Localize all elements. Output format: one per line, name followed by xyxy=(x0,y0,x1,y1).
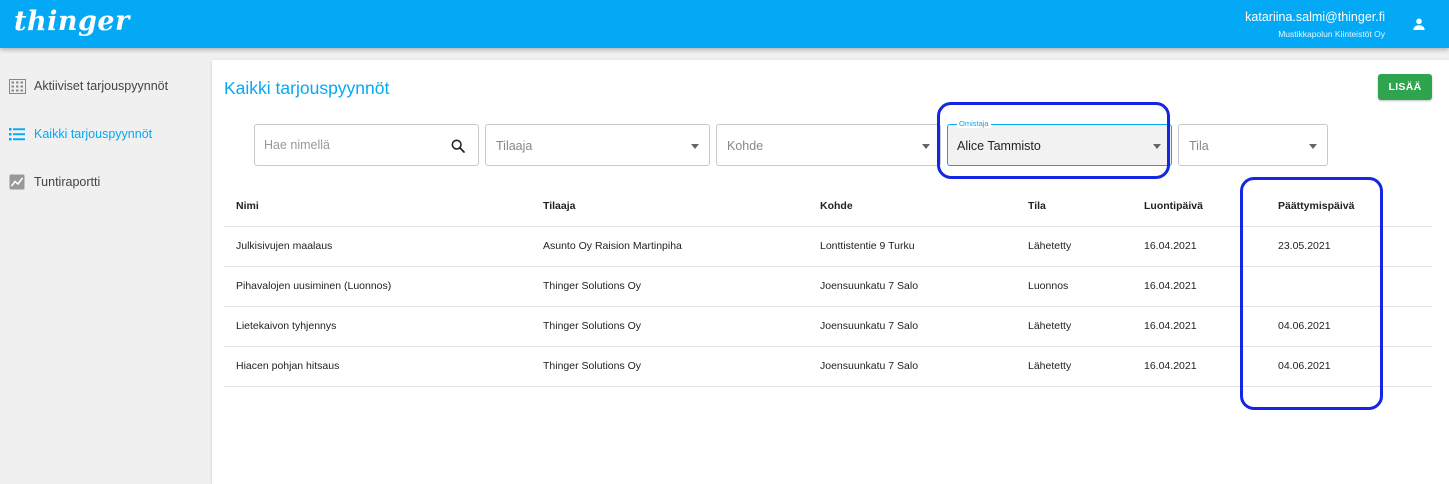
user-company: Mustikkapolun Kiinteistöt Oy xyxy=(1278,29,1385,39)
sidebar-item-label: Kaikki tarjouspyynnöt xyxy=(34,127,153,141)
building-icon xyxy=(8,77,26,95)
cell-tila: Lähetetty xyxy=(1016,346,1132,387)
cell-kohde: Joensuunkatu 7 Salo xyxy=(808,306,1016,347)
cell-nimi: Hiacen pohjan hitsaus xyxy=(224,346,531,387)
app-header: thinger katariina.salmi@thinger.fi Musti… xyxy=(0,0,1449,48)
tilaaja-select[interactable]: Tilaaja xyxy=(485,124,710,166)
tila-select[interactable]: Tila xyxy=(1178,124,1328,166)
user-info: katariina.salmi@thinger.fi Mustikkapolun… xyxy=(1245,10,1385,39)
cell-tilaaja: Thinger Solutions Oy xyxy=(531,346,808,387)
owner-filter-highlight xyxy=(937,102,1170,179)
cell-tilaaja: Thinger Solutions Oy xyxy=(531,306,808,347)
cell-tila: Lähetetty xyxy=(1016,226,1132,267)
sidebar-item-kaikki[interactable]: Kaikki tarjouspyynnöt xyxy=(8,122,152,146)
account-icon[interactable] xyxy=(1411,16,1427,32)
search-field[interactable] xyxy=(254,124,479,166)
column-header-tila[interactable]: Tila xyxy=(1016,186,1132,227)
cell-nimi: Julkisivujen maalaus xyxy=(224,226,531,267)
cell-tila: Luonnos xyxy=(1016,266,1132,307)
search-icon[interactable] xyxy=(450,138,466,154)
cell-kohde: Lonttistentie 9 Turku xyxy=(808,226,1016,267)
tilaaja-placeholder: Tilaaja xyxy=(496,139,533,153)
cell-nimi: Lietekaivon tyhjennys xyxy=(224,306,531,347)
chevron-down-icon xyxy=(1309,144,1317,149)
sidebar-item-tuntiraportti[interactable]: Tuntiraportti xyxy=(8,170,100,194)
search-input[interactable] xyxy=(264,138,444,152)
column-header-nimi[interactable]: Nimi xyxy=(224,186,531,227)
cell-tilaaja: Asunto Oy Raision Martinpiha xyxy=(531,226,808,267)
sidebar-item-label: Aktiiviset tarjouspyynnöt xyxy=(34,79,169,93)
add-button[interactable]: LISÄÄ xyxy=(1378,74,1432,100)
cell-kohde: Joensuunkatu 7 Salo xyxy=(808,346,1016,387)
column-header-tilaaja[interactable]: Tilaaja xyxy=(531,186,808,227)
kohde-select[interactable]: Kohde xyxy=(716,124,941,166)
sidebar-item-aktiiviset[interactable]: Aktiiviset tarjouspyynnöt xyxy=(8,74,168,98)
sidebar-item-label: Tuntiraportti xyxy=(34,175,101,189)
chart-icon xyxy=(8,173,26,191)
tila-placeholder: Tila xyxy=(1189,139,1209,153)
cell-nimi: Pihavalojen uusiminen (Luonnos) xyxy=(224,266,531,307)
list-icon xyxy=(8,125,26,143)
sidebar: Aktiiviset tarjouspyynnöt Kaikki tarjous… xyxy=(0,48,205,484)
cell-tilaaja: Thinger Solutions Oy xyxy=(531,266,808,307)
column-header-kohde[interactable]: Kohde xyxy=(808,186,1016,227)
thinger-logo[interactable]: thinger xyxy=(14,6,130,37)
chevron-down-icon xyxy=(691,144,699,149)
end-date-column-highlight xyxy=(1240,177,1383,410)
kohde-placeholder: Kohde xyxy=(727,139,764,153)
cell-kohde: Joensuunkatu 7 Salo xyxy=(808,266,1016,307)
main-panel: Kaikki tarjouspyynnöt LISÄÄ Tilaaja Kohd… xyxy=(212,60,1449,484)
cell-tila: Lähetetty xyxy=(1016,306,1132,347)
page-title: Kaikki tarjouspyynnöt xyxy=(224,78,390,98)
user-email: katariina.salmi@thinger.fi xyxy=(1245,10,1385,24)
chevron-down-icon xyxy=(922,144,930,149)
